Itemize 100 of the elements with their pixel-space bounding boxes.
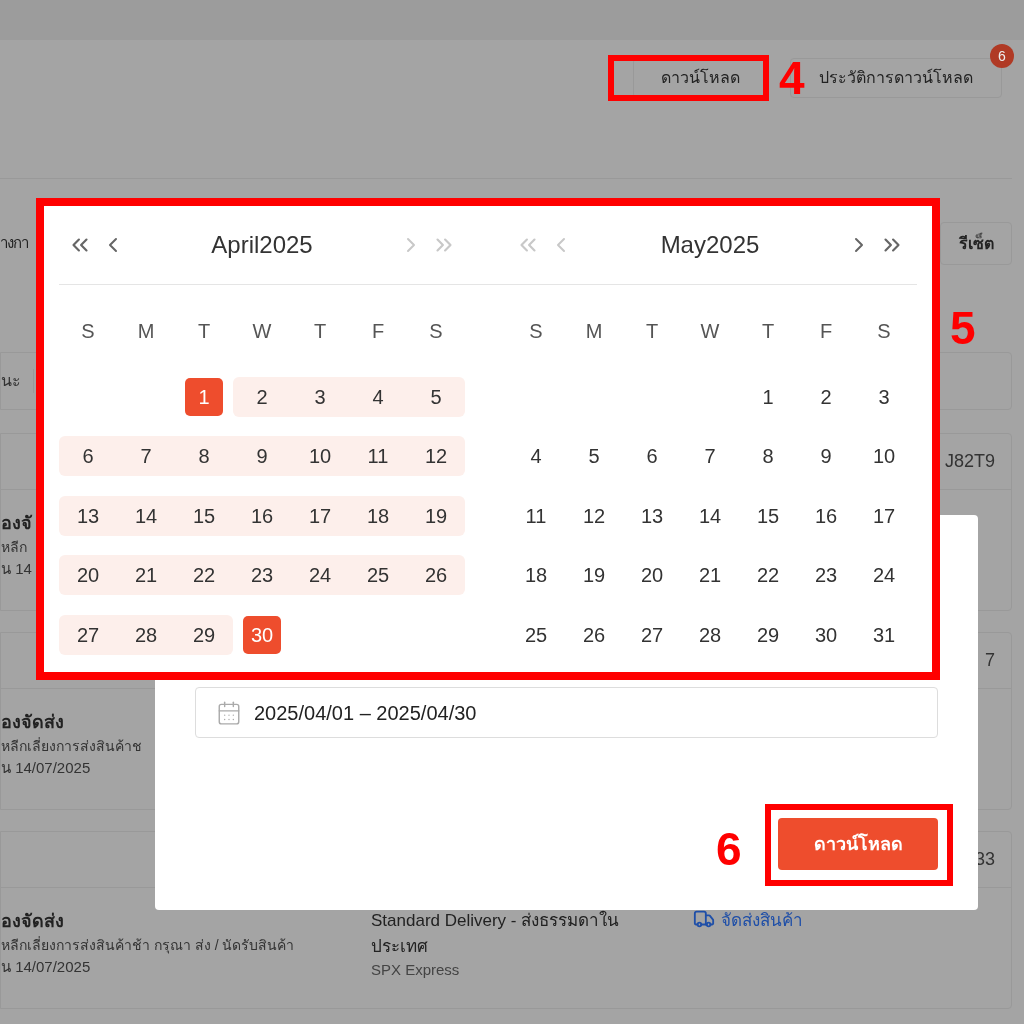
calendar-day[interactable]: 11 [349, 436, 407, 477]
weekday-label: S [877, 319, 891, 344]
weekday-label: W [700, 319, 720, 344]
calendar-day[interactable]: 15 [739, 495, 797, 536]
weekday-label: S [81, 319, 95, 344]
calendar-day[interactable]: 29 [739, 614, 797, 655]
order-status: องจัดส่ง [1, 711, 64, 734]
calendar-day[interactable]: 5 [407, 376, 465, 417]
calendar-day[interactable]: 21 [117, 555, 175, 596]
calendar-day[interactable]: 18 [349, 495, 407, 536]
calendar-day[interactable]: 22 [739, 555, 797, 596]
calendar-day[interactable]: 27 [623, 614, 681, 655]
calendar-day[interactable]: 17 [855, 495, 913, 536]
ship-by-date: น 14/07/2025 [1, 957, 91, 977]
ship-by-date: น 14 [1, 559, 32, 579]
weekday-label: T [197, 319, 211, 344]
count-badge: 6 [990, 44, 1014, 68]
order-status: องจั [1, 512, 32, 535]
calendar-day[interactable]: 27 [59, 614, 117, 655]
order-note: หลีกเลี่ยงการส่งสินค้าช้า กรุณา ส่ง / นัดรับสินค้า [1, 935, 295, 956]
calendar-day[interactable]: 9 [797, 436, 855, 477]
calendar-day[interactable]: 10 [291, 436, 349, 477]
calendar-day[interactable]: 8 [175, 436, 233, 477]
download-button[interactable]: ดาวน์โหลด [778, 818, 938, 870]
calendar-day[interactable]: 22 [175, 555, 233, 596]
calendar-day[interactable]: 17 [291, 495, 349, 536]
calendar-day[interactable]: 14 [117, 495, 175, 536]
calendar-day[interactable]: 4 [507, 436, 565, 477]
calendar-day[interactable]: 29 [175, 614, 233, 655]
calendar-day[interactable]: 11 [507, 495, 565, 536]
calendar-icon [216, 699, 242, 726]
calendar-day[interactable]: 12 [565, 495, 623, 536]
calendar-day[interactable]: 18 [507, 555, 565, 596]
order-number: 7 [985, 649, 995, 672]
weekday-label: T [645, 319, 659, 344]
calendar-day[interactable]: 19 [407, 495, 465, 536]
carrier-name: SPX Express [371, 960, 461, 980]
calendar-day[interactable]: 16 [797, 495, 855, 536]
calendar-day[interactable]: 9 [233, 436, 291, 477]
calendar-day[interactable]: 4 [349, 376, 407, 417]
calendar-day[interactable]: 20 [59, 555, 117, 596]
calendar-day[interactable]: 13 [59, 495, 117, 536]
date-range-value: 2025/04/01 – 2025/04/30 [254, 700, 477, 726]
calendar-day[interactable]: 2 [233, 376, 291, 417]
weekday-label: T [313, 319, 327, 344]
truck-icon [693, 908, 715, 930]
annotation-number: 5 [950, 305, 976, 351]
order-status: องจัดส่ง [1, 910, 64, 933]
calendar-day[interactable]: 8 [739, 436, 797, 477]
calendar-day[interactable]: 26 [565, 614, 623, 655]
weekday-label: M [137, 319, 155, 344]
calendar-day[interactable]: 7 [117, 436, 175, 477]
calendar-day[interactable]: 24 [291, 555, 349, 596]
calendar-day[interactable]: 12 [407, 436, 465, 477]
weekday-label: T [761, 319, 775, 344]
calendar-day[interactable]: 5 [565, 436, 623, 477]
calendar-day[interactable]: 26 [407, 555, 465, 596]
calendar-day[interactable]: 28 [117, 614, 175, 655]
date-range-field[interactable]: 2025/04/01 – 2025/04/30 [195, 687, 938, 738]
calendar-day[interactable]: 28 [681, 614, 739, 655]
filter-tab[interactable]: างกา [0, 222, 28, 265]
weekday-label: S [429, 319, 443, 344]
calendar-day[interactable]: 13 [623, 495, 681, 536]
calendar-day[interactable]: 14 [681, 495, 739, 536]
selected-day[interactable]: 1 [185, 377, 223, 416]
calendar-day[interactable]: 16 [233, 495, 291, 536]
weekday-label: M [585, 319, 603, 344]
calendar-day[interactable]: 31 [855, 614, 913, 655]
month-title: May2025 [660, 230, 760, 260]
weekday-label: W [252, 319, 272, 344]
calendar-day[interactable]: 1 [739, 376, 797, 417]
order-number: J82T9 [944, 450, 995, 473]
ship-by-date: น 14/07/2025 [1, 758, 91, 778]
annotation-number: 6 [716, 826, 742, 872]
calendar-day[interactable]: 6 [59, 436, 117, 477]
calendar-day[interactable]: 3 [855, 376, 913, 417]
weekday-label: F [819, 319, 833, 344]
calendar-day[interactable]: 30 [797, 614, 855, 655]
shipping-method: Standard Delivery - ส่งธรรมดาใน ประเทศ [371, 909, 621, 958]
calendar-day[interactable]: 6 [623, 436, 681, 477]
calendar-day[interactable]: 25 [507, 614, 565, 655]
calendar-day[interactable]: 2 [797, 376, 855, 417]
calendar-day[interactable]: 21 [681, 555, 739, 596]
calendar-day[interactable]: 23 [797, 555, 855, 596]
calendar-day[interactable]: 24 [855, 555, 913, 596]
order-note: หลีก [1, 538, 27, 557]
calendar-day[interactable]: 15 [175, 495, 233, 536]
calendar-day[interactable]: 25 [349, 555, 407, 596]
month-title: April2025 [211, 230, 313, 260]
weekday-label: S [529, 319, 543, 344]
calendar-day[interactable]: 23 [233, 555, 291, 596]
selected-day[interactable]: 30 [243, 615, 281, 654]
weekday-label: F [371, 319, 385, 344]
calendar-day[interactable]: 19 [565, 555, 623, 596]
calendar-day[interactable]: 7 [681, 436, 739, 477]
calendar-day[interactable]: 10 [855, 436, 913, 477]
calendar-day[interactable]: 20 [623, 555, 681, 596]
filter-label: นะ [1, 369, 34, 393]
order-note: หลีกเลี่ยงการส่งสินค้าช [1, 736, 142, 756]
calendar-day[interactable]: 3 [291, 376, 349, 417]
